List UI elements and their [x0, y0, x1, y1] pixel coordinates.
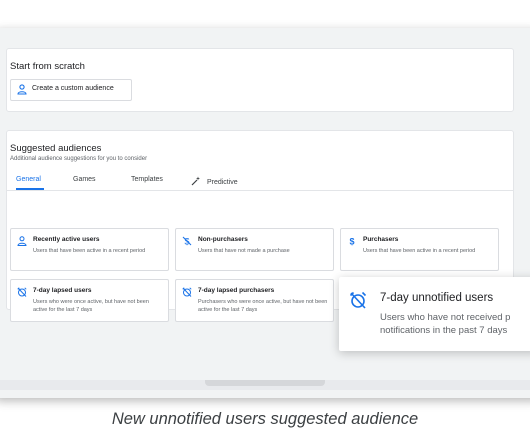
popup-title: 7-day unnotified users	[380, 292, 494, 304]
audience-tile-7-day-lapsed-users[interactable]: 7-day lapsed users Users who were once a…	[10, 279, 169, 322]
tab-templates[interactable]: Templates	[131, 176, 163, 183]
magic-wand-icon	[191, 176, 200, 186]
popup-description-line2: notifications in the past 7 days	[380, 325, 508, 336]
svg-text:$: $	[349, 237, 354, 247]
window-handle	[205, 380, 325, 386]
popup-description-line1: Users who have not received p	[380, 312, 511, 323]
tile-description: Users that have not made a purchase	[198, 248, 290, 254]
scratch-title: Start from scratch	[10, 61, 85, 72]
alarm-off-icon	[182, 287, 192, 297]
tile-title: Recently active users	[33, 236, 100, 243]
audience-tile-purchasers[interactable]: $ Purchasers Users that have been active…	[340, 228, 499, 271]
alarm-off-icon	[349, 291, 367, 309]
tile-description: Purchasers who were once active, but hav…	[198, 299, 328, 313]
create-custom-audience-label: Create a custom audience	[32, 85, 114, 92]
person-icon	[17, 236, 27, 246]
alarm-off-icon	[17, 287, 27, 297]
popup-description: Users who have not received p notificati…	[380, 311, 530, 337]
tab-general[interactable]: General	[16, 176, 41, 183]
tab-games[interactable]: Games	[73, 176, 96, 183]
no-money-icon: $	[182, 237, 192, 246]
suggested-title: Suggested audiences	[10, 143, 102, 154]
person-icon	[17, 84, 27, 95]
tile-title: Non-purchasers	[198, 236, 248, 243]
tabs-divider	[7, 190, 513, 191]
audience-tile-7-day-unnotified-users[interactable]: 7-day unnotified users Users who have no…	[339, 277, 530, 351]
tile-title: Purchasers	[363, 236, 399, 243]
suggested-subtitle: Additional audience suggestions for you …	[10, 156, 148, 162]
tile-description: Users who were once active, but have not…	[33, 299, 149, 313]
audience-tile-7-day-lapsed-purchasers[interactable]: 7-day lapsed purchasers Purchasers who w…	[175, 279, 334, 322]
tile-title: 7-day lapsed users	[33, 287, 92, 294]
start-from-scratch-card: Start from scratch Create a custom audie…	[6, 48, 514, 112]
tab-predictive-label: Predictive	[206, 179, 238, 186]
audience-tile-recently-active[interactable]: Recently active users Users that have be…	[10, 228, 169, 271]
dollar-icon: $	[349, 237, 354, 247]
tile-title: 7-day lapsed purchasers	[198, 287, 275, 294]
audience-tile-non-purchasers[interactable]: $ Non-purchasers Users that have not mad…	[175, 228, 334, 271]
tile-description: Users that have been active in a recent …	[363, 248, 476, 254]
tile-description: Users that have been active in a recent …	[33, 248, 146, 254]
create-custom-audience-button[interactable]: Create a custom audience	[10, 79, 132, 101]
figure-caption: New unnotified users suggested audience	[111, 410, 419, 428]
tab-predictive[interactable]: Predictive	[191, 176, 238, 186]
